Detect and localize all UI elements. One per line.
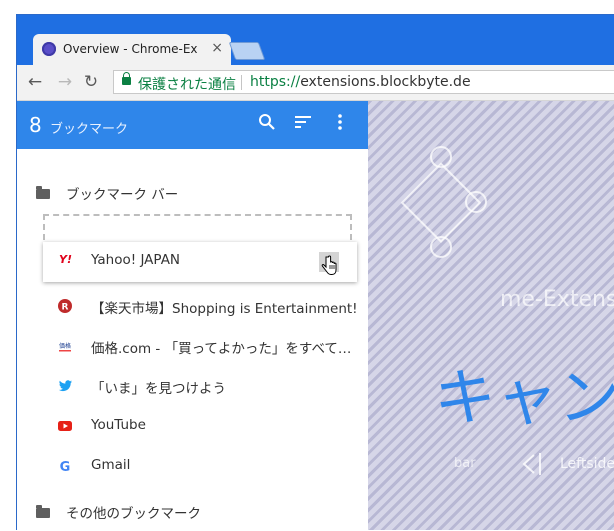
panel-header: 8 ブックマーク [17,101,368,149]
bookmark-label: 【楽天市場】Shopping is Entertainment! [91,301,358,317]
puzzle-logo-icon [400,146,487,258]
bookmark-item[interactable]: 「いま」を見つけよう [17,366,368,406]
address-bar[interactable]: 保護された通信 https://extensions.blockbyte.de [113,70,614,94]
sidebar-option-label: bar [454,456,476,471]
back-icon[interactable]: ← [25,72,45,92]
forward-icon[interactable]: → [55,72,75,92]
bookmark-panel: 8 ブックマーク ブックマーク バー R 【楽天市場】Shopping is E… [17,101,368,530]
bookmark-item[interactable]: R 【楽天市場】Shopping is Entertainment! [17,286,368,326]
browser-toolbar: ← → ↻ 保護された通信 https://extensions.blockby… [17,65,614,101]
new-tab-button[interactable] [228,42,266,60]
yahoo-icon: Y! [59,253,72,266]
bookmark-label: 価格.com - 「買ってよかった」をすべてのひとに。 [91,341,359,357]
bookmark-label: Gmail [91,457,131,473]
rakuten-icon: R [57,298,73,314]
security-label: 保護された通信 [138,77,236,93]
hand-cursor-icon [321,255,337,275]
folder-icon [36,186,50,199]
google-icon: G [57,458,73,475]
bookmark-count: 8 [29,113,42,137]
panel-title: ブックマーク [50,122,129,137]
bookmark-item[interactable]: 価格 価格.com - 「買ってよかった」をすべてのひとに。 [17,326,368,366]
folder-other-bookmarks[interactable]: その他のブックマーク [17,491,368,531]
tab-close-icon[interactable]: × [211,41,223,55]
folder-label: ブックマーク バー [66,187,179,203]
twitter-icon [57,378,73,394]
tab-overview[interactable]: Overview - Chrome-Ex × [33,34,231,65]
bookmark-label: Yahoo! JAPAN [91,252,181,268]
sidebar-position-icon [522,453,541,475]
browser-window: Overview - Chrome-Ex × ← → ↻ 保護された通信 htt… [16,14,614,530]
sort-icon[interactable] [293,113,313,135]
leftside-option-label: Leftside [560,456,614,472]
dragging-bookmark[interactable]: Y! Yahoo! JAPAN [43,242,357,282]
bookmark-item[interactable]: YouTube [17,406,368,446]
reload-icon[interactable]: ↻ [81,72,101,92]
url-text[interactable]: https://extensions.blockbyte.de [250,74,471,90]
kakaku-icon: 価格 [57,338,73,354]
folder-label: その他のブックマーク [66,506,201,522]
tab-title: Overview - Chrome-Ex [63,42,198,56]
tab-strip: Overview - Chrome-Ex × [17,15,614,65]
bookmark-label: 「いま」を見つけよう [91,381,226,397]
omnibox-divider [241,75,242,90]
extension-favicon-icon [42,42,56,56]
folder-bookmark-bar[interactable]: ブックマーク バー [17,172,368,212]
bookmark-label: YouTube [91,417,146,433]
extension-page-background: me-Extensions キャン bar Leftside [368,101,614,530]
svg-text:G: G [60,460,71,474]
folder-icon [36,505,50,518]
page-subtitle: me-Extensions [500,287,614,312]
lock-icon [122,72,131,85]
bookmark-item[interactable]: G Gmail [17,446,368,486]
youtube-icon [57,418,73,434]
svg-text:R: R [62,303,69,313]
search-icon[interactable] [257,113,277,135]
svg-text:価格: 価格 [59,342,71,350]
page-headline: キャン [434,361,614,434]
more-vert-icon[interactable] [330,113,350,135]
